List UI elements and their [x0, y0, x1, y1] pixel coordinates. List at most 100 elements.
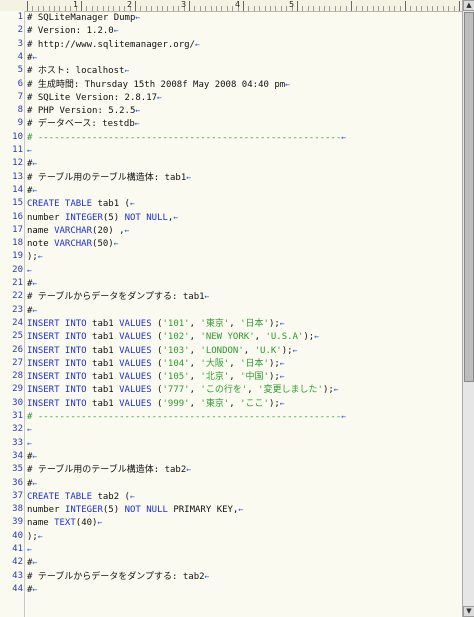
- string-literal: '102': [162, 332, 190, 343]
- return-arrow-icon: ←: [129, 199, 135, 209]
- line-number: 9: [17, 118, 23, 129]
- return-arrow-icon: ←: [134, 119, 140, 129]
- text-token: # ホスト: localhost: [27, 66, 125, 77]
- code-line[interactable]: 29 INSERT INTO tab1 VALUES ('777', 'この行を'…: [0, 383, 462, 396]
- scroll-down-button[interactable]: ▼: [463, 606, 474, 617]
- code-line[interactable]: 32 ←: [0, 423, 462, 436]
- line-number: 25: [12, 331, 23, 342]
- line-number: 19: [12, 251, 23, 262]
- code-line[interactable]: 43 # テーブルからデータをダンプする: tab2←: [0, 570, 462, 583]
- line-number: 27: [12, 357, 23, 368]
- vertical-scrollbar[interactable]: ▲ ▼: [462, 0, 474, 617]
- code-line[interactable]: 39 name TEXT(40)←: [0, 516, 462, 529]
- string-literal: '日本': [240, 318, 269, 329]
- line-text: # ホスト: localhost←: [27, 64, 129, 78]
- code-line[interactable]: 3 # http://www.sqlitemanager.org/←: [0, 38, 462, 51]
- code-line[interactable]: 11 ←: [0, 144, 462, 157]
- code-line[interactable]: 30 INSERT INTO tab1 VALUES ('999', '東京', …: [0, 397, 462, 410]
- code-line[interactable]: 8 # PHP Version: 5.2.5←: [0, 104, 462, 117]
- code-line[interactable]: 12 #←: [0, 157, 462, 170]
- sql-keyword: INSERT INTO: [27, 358, 87, 369]
- line-text: #←: [27, 556, 37, 570]
- text-token: ,: [189, 385, 201, 396]
- text-editor[interactable]: 12345 1 # SQLiteManager Dump← 2 # Version: …: [0, 0, 474, 617]
- code-line[interactable]: 37 CREATE TABLE tab2 (←: [0, 490, 462, 503]
- code-line[interactable]: 31 # ------------------------------------…: [0, 410, 462, 423]
- code-line[interactable]: 18 note VARCHAR(50)←: [0, 237, 462, 250]
- string-literal: '大阪': [200, 358, 230, 369]
- return-arrow-icon: ←: [124, 225, 130, 235]
- sql-keyword: VALUES: [119, 398, 152, 409]
- code-line[interactable]: 25 INSERT INTO tab1 VALUES ('102', 'NEW Y…: [0, 330, 462, 343]
- code-line[interactable]: 15 CREATE TABLE tab1 (←: [0, 197, 462, 210]
- text-token: (40): [75, 518, 98, 529]
- text-token: # テーブルからデータをダンプする: tab1: [27, 292, 205, 303]
- return-arrow-icon: ←: [186, 465, 192, 475]
- code-line[interactable]: 42 #←: [0, 556, 462, 569]
- return-arrow-icon: ←: [97, 518, 103, 528]
- line-text: INSERT INTO tab1 VALUES ('102', 'NEW YOR…: [27, 330, 319, 344]
- sql-keyword: VALUES: [119, 372, 152, 383]
- line-text: ←: [27, 543, 32, 557]
- code-line[interactable]: 5 # ホスト: localhost←: [0, 64, 462, 77]
- code-line[interactable]: 6 # 生成時間: Thursday 15th 2008f May 2008 04…: [0, 78, 462, 91]
- code-line[interactable]: 4 #←: [0, 51, 462, 64]
- code-line[interactable]: 23 #←: [0, 304, 462, 317]
- return-arrow-icon: ←: [113, 239, 119, 249]
- scrollbar-thumb[interactable]: [464, 12, 474, 382]
- line-number: 3: [17, 38, 23, 49]
- code-line[interactable]: 19);←: [0, 250, 462, 263]
- text-token: tab1: [86, 332, 120, 343]
- return-arrow-icon: ←: [32, 558, 38, 568]
- code-line[interactable]: 22 # テーブルからデータをダンプする: tab1←: [0, 290, 462, 303]
- code-line[interactable]: 28 INSERT INTO tab1 VALUES ('105', '北京', …: [0, 370, 462, 383]
- code-line[interactable]: 26 INSERT INTO tab1 VALUES ('103', 'LONDO…: [0, 344, 462, 357]
- text-token: # 生成時間: Thursday 15th 2008f May 2008 04:…: [27, 79, 286, 90]
- return-arrow-icon: ←: [37, 531, 43, 541]
- code-line[interactable]: 10 # ------------------------------------…: [0, 131, 462, 144]
- string-literal: '日本': [240, 358, 269, 369]
- code-line[interactable]: 7 # SQLite Version: 2.8.17←: [0, 91, 462, 104]
- code-line[interactable]: 27 INSERT INTO tab1 VALUES ('104', '大阪', …: [0, 357, 462, 370]
- line-text: #←: [27, 157, 37, 171]
- code-line[interactable]: 38 number INTEGER(5) NOT NULL PRIMARY KEY…: [0, 503, 462, 516]
- code-line[interactable]: 36 #←: [0, 477, 462, 490]
- string-literal: '北京': [200, 372, 230, 383]
- scroll-up-button[interactable]: ▲: [463, 0, 474, 11]
- code-line[interactable]: 9 # データベース: testdb←: [0, 117, 462, 130]
- return-arrow-icon: ←: [124, 66, 130, 76]
- return-arrow-icon: ←: [204, 292, 210, 302]
- text-token: # --------------------------------------…: [27, 132, 342, 143]
- arrow-up-icon: ▲: [466, 1, 472, 9]
- code-line[interactable]: 20 ←: [0, 264, 462, 277]
- code-line[interactable]: 24 INSERT INTO tab1 VALUES ('101', '東京', …: [0, 317, 462, 330]
- code-line[interactable]: 14 #←: [0, 184, 462, 197]
- line-number: 24: [12, 317, 23, 328]
- string-literal: 'LONDON': [200, 345, 244, 356]
- code-line[interactable]: 2 # Version: 1.2.0←: [0, 24, 462, 37]
- text-token: # Version: 1.2.0: [27, 26, 114, 37]
- code-line[interactable]: 21 #←: [0, 277, 462, 290]
- string-literal: 'U.S.A': [265, 332, 304, 343]
- code-line[interactable]: 17 name VARCHAR(20) ,←: [0, 224, 462, 237]
- line-text: # 生成時間: Thursday 15th 2008f May 2008 04:…: [27, 78, 290, 92]
- text-token: (20) ,: [92, 225, 125, 236]
- code-line[interactable]: 41 ←: [0, 543, 462, 556]
- return-arrow-icon: ←: [37, 252, 43, 262]
- code-line[interactable]: 33 ←: [0, 437, 462, 450]
- code-line[interactable]: 16 number INTEGER(5) NOT NULL,←: [0, 211, 462, 224]
- text-token: name: [27, 225, 55, 236]
- ruler-tick: [243, 1, 244, 11]
- text-token: # SQLiteManager Dump: [27, 13, 136, 23]
- text-token: tab1: [86, 372, 120, 383]
- code-line[interactable]: 13 # テーブル用のテーブル構造体: tab1←: [0, 171, 462, 184]
- line-text: note VARCHAR(50)←: [27, 237, 119, 251]
- code-line[interactable]: 1 # SQLiteManager Dump←: [0, 11, 462, 24]
- code-line[interactable]: 40);←: [0, 530, 462, 543]
- line-text: ←: [27, 144, 32, 158]
- line-text: # Version: 1.2.0←: [27, 24, 119, 38]
- code-line[interactable]: 35 # テーブル用のテーブル構造体: tab2←: [0, 463, 462, 476]
- code-line[interactable]: 44 #←: [0, 583, 462, 596]
- sql-keyword: INSERT INTO: [27, 318, 87, 329]
- code-line[interactable]: 34 #←: [0, 450, 462, 463]
